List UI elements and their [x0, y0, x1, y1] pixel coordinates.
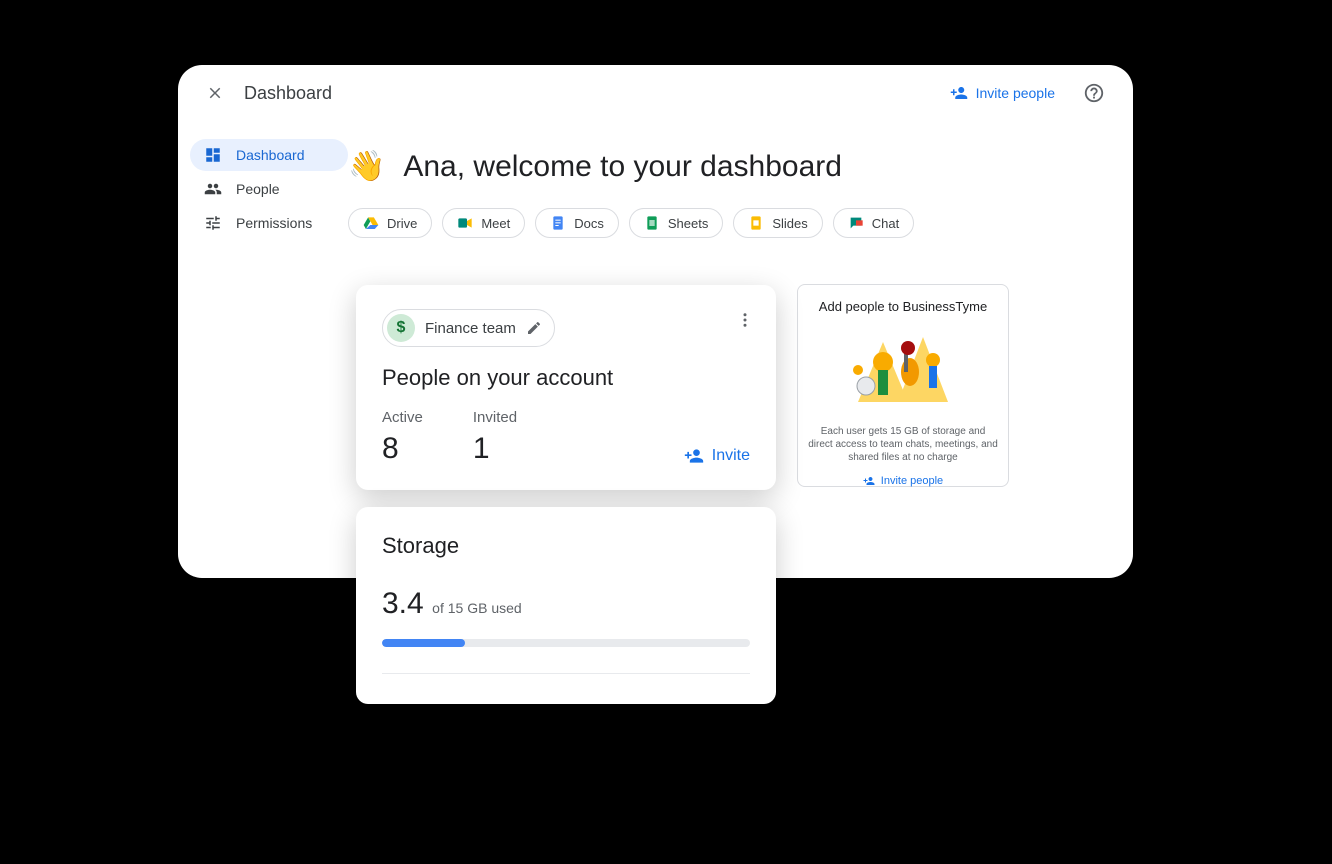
- slides-icon: [748, 215, 764, 231]
- team-pill[interactable]: $ Finance team: [382, 309, 555, 347]
- sidebar-item-permissions[interactable]: Permissions: [190, 207, 348, 239]
- chip-label: Docs: [574, 216, 604, 231]
- invite-people-side-label: Invite people: [881, 475, 943, 487]
- invited-count: 1: [473, 432, 517, 466]
- more-vert-icon[interactable]: [736, 311, 754, 329]
- invited-label: Invited: [473, 409, 517, 426]
- sidebar-item-label: Permissions: [236, 215, 312, 231]
- app-chip-drive[interactable]: Drive: [348, 208, 432, 238]
- app-chip-docs[interactable]: Docs: [535, 208, 619, 238]
- team-name: Finance team: [425, 320, 516, 337]
- sidebar-item-label: Dashboard: [236, 147, 305, 163]
- add-people-desc: Each user gets 15 GB of storage and dire…: [808, 425, 998, 464]
- stats-row: Active 8 Invited 1 Invite: [382, 409, 750, 466]
- people-card: $ Finance team People on your account Ac…: [356, 285, 776, 490]
- active-label: Active: [382, 409, 423, 426]
- app-chip-slides[interactable]: Slides: [733, 208, 822, 238]
- app-chip-chat[interactable]: Chat: [833, 208, 914, 238]
- drive-icon: [363, 215, 379, 231]
- close-icon[interactable]: [206, 84, 224, 102]
- invite-button-label: Invite: [712, 447, 750, 465]
- app-chip-sheets[interactable]: Sheets: [629, 208, 723, 238]
- invite-people-side-link[interactable]: Invite people: [863, 475, 943, 487]
- band-illustration: [838, 322, 968, 412]
- storage-usage-line: 3.4 of 15 GB used: [382, 587, 750, 621]
- welcome-text: Ana, welcome to your dashboard: [403, 150, 842, 184]
- chip-label: Meet: [481, 216, 510, 231]
- invite-people-top-button[interactable]: Invite people: [950, 84, 1055, 102]
- help-icon[interactable]: [1083, 82, 1105, 104]
- invite-button[interactable]: Invite: [684, 446, 750, 466]
- divider: [382, 673, 750, 674]
- chip-label: Chat: [872, 216, 899, 231]
- pencil-icon: [526, 320, 542, 336]
- chip-label: Drive: [387, 216, 417, 231]
- invite-people-top-label: Invite people: [976, 85, 1055, 101]
- chat-icon: [848, 215, 864, 231]
- person-add-icon: [684, 446, 704, 466]
- sidebar-item-label: People: [236, 181, 280, 197]
- welcome-row: 👋 Ana, welcome to your dashboard: [348, 149, 1105, 184]
- active-count: 8: [382, 432, 423, 466]
- meet-icon: [457, 215, 473, 231]
- page-title: Dashboard: [244, 83, 332, 104]
- sidebar-item-people[interactable]: People: [190, 173, 348, 205]
- storage-progress-bar: [382, 639, 750, 647]
- wave-emoji: 👋: [348, 149, 385, 184]
- storage-used-suffix: of 15 GB used: [432, 600, 522, 616]
- storage-card: Storage 3.4 of 15 GB used: [356, 507, 776, 704]
- storage-progress-fill: [382, 639, 465, 647]
- chip-label: Sheets: [668, 216, 708, 231]
- people-icon: [204, 180, 222, 198]
- invited-stat: Invited 1: [473, 409, 517, 466]
- storage-used-number: 3.4: [382, 587, 424, 620]
- storage-title: Storage: [382, 533, 750, 559]
- add-people-title: Add people to BusinessTyme: [808, 299, 998, 314]
- docs-icon: [550, 215, 566, 231]
- sidebar-item-dashboard[interactable]: Dashboard: [190, 139, 348, 171]
- app-chip-meet[interactable]: Meet: [442, 208, 525, 238]
- active-stat: Active 8: [382, 409, 423, 466]
- dashboard-icon: [204, 146, 222, 164]
- header-bar: Dashboard Invite people: [178, 65, 1133, 121]
- sidebar: Dashboard People Permissions: [178, 121, 348, 578]
- people-card-title: People on your account: [382, 365, 750, 391]
- sheets-icon: [644, 215, 660, 231]
- chip-label: Slides: [772, 216, 807, 231]
- person-add-icon: [950, 84, 968, 102]
- tune-icon: [204, 214, 222, 232]
- person-add-icon: [863, 475, 875, 487]
- add-people-card: Add people to BusinessTyme Each user get…: [797, 284, 1009, 487]
- dollar-icon: $: [387, 314, 415, 342]
- app-chips-row: Drive Meet Docs Sheets Slides: [348, 208, 1105, 238]
